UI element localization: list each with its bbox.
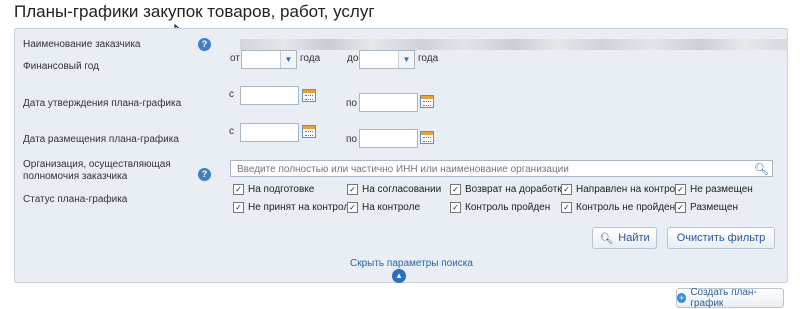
hide-search-params-link[interactable]: Скрыть параметры поиска [350, 258, 473, 269]
chevron-down-icon[interactable]: ▼ [280, 51, 296, 68]
from-date-label: с [229, 89, 234, 100]
to-date-label: по [346, 134, 357, 145]
page-title: Планы-графики закупок товаров, работ, ус… [14, 2, 375, 21]
search-icon: 🔍︎ [599, 232, 614, 245]
status-checkbox[interactable]: ✓ Не размещен [675, 184, 753, 195]
checkbox-check-icon[interactable]: ✓ [233, 184, 244, 195]
find-button[interactable]: 🔍︎ Найти [592, 227, 657, 249]
search-filter-panel: Наименование заказчика ? Финансовый год … [14, 28, 788, 283]
checkbox-check-icon[interactable]: ✓ [561, 184, 572, 195]
status-checkbox[interactable]: ✓ Не принят на контроль [233, 202, 354, 213]
plus-icon: + [677, 293, 687, 303]
calendar-icon[interactable] [420, 131, 434, 144]
status-checkbox[interactable]: ✓ На контроле [347, 202, 420, 213]
fin-year-label: Финансовый год [23, 61, 99, 72]
checkbox-check-icon[interactable]: ✓ [561, 202, 572, 213]
year-from-select[interactable]: ▼ [241, 50, 297, 69]
checkbox-check-icon[interactable]: ✓ [675, 184, 686, 195]
year-to-select[interactable]: ▼ [359, 50, 415, 69]
status-checkbox[interactable]: ✓ На подготовке [233, 184, 314, 195]
help-icon[interactable]: ? [198, 168, 211, 181]
placement-date-from-input[interactable] [240, 123, 299, 142]
placement-date-to-input[interactable] [359, 129, 418, 148]
from-label: от [230, 53, 240, 64]
calendar-icon[interactable] [302, 125, 316, 138]
checkbox-check-icon[interactable]: ✓ [450, 184, 461, 195]
status-checkbox[interactable]: ✓ На согласовании [347, 184, 441, 195]
create-plan-button[interactable]: + Создать план-график [676, 287, 784, 309]
checkbox-check-icon[interactable]: ✓ [450, 202, 461, 213]
year-label: года [418, 53, 439, 64]
approval-date-to-input[interactable] [359, 93, 418, 112]
year-label: года [300, 53, 321, 64]
customer-name-value[interactable] [240, 39, 788, 50]
customer-name-label: Наименование заказчика [23, 39, 141, 50]
status-checkbox[interactable]: ✓ Контроль не пройден [561, 202, 675, 213]
checkbox-check-icon[interactable]: ✓ [347, 202, 358, 213]
chevron-down-icon[interactable]: ▼ [398, 51, 414, 68]
status-checkbox[interactable]: ✓ Контроль пройден [450, 202, 550, 213]
org-search-input[interactable]: Введите полностью или частично ИНН или н… [230, 160, 773, 177]
help-icon[interactable]: ? [198, 38, 211, 51]
status-label: Статус плана-графика [23, 194, 128, 205]
calendar-icon[interactable] [420, 95, 434, 108]
approval-date-from-input[interactable] [240, 86, 299, 105]
status-checkbox[interactable]: ✓ Размещен [675, 202, 738, 213]
chevron-up-icon[interactable]: ▲ [392, 269, 406, 283]
calendar-icon[interactable] [302, 89, 316, 102]
checkbox-check-icon[interactable]: ✓ [233, 202, 244, 213]
checkbox-check-icon[interactable]: ✓ [675, 202, 686, 213]
checkbox-check-icon[interactable]: ✓ [347, 184, 358, 195]
search-icon[interactable]: 🔍︎ [754, 163, 769, 175]
to-label: до [347, 53, 359, 64]
placement-date-label: Дата размещения плана-графика [23, 134, 179, 145]
status-checkbox[interactable]: ✓ Направлен на контроль [561, 184, 686, 195]
from-date-label: с [229, 126, 234, 137]
org-label: Организация, осуществляющая полномочия з… [23, 159, 171, 182]
status-checkbox[interactable]: ✓ Возврат на доработку [450, 184, 567, 195]
approval-date-label: Дата утверждения плана-графика [23, 98, 182, 109]
to-date-label: по [346, 98, 357, 109]
clear-filter-button[interactable]: Очистить фильтр [667, 227, 775, 249]
org-search-placeholder: Введите полностью или частично ИНН или н… [237, 164, 569, 175]
